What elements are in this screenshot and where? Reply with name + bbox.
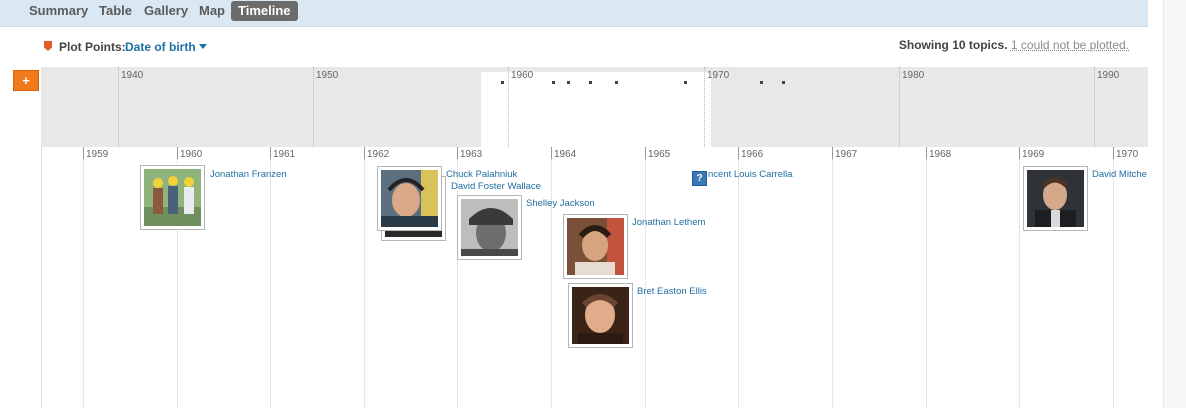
overview-event-dot	[782, 81, 785, 84]
overview-year-label: 1960	[511, 70, 534, 81]
tab-map[interactable]: Map	[192, 1, 232, 21]
event-thumbnail-ellis[interactable]	[568, 283, 633, 348]
tab-summary[interactable]: Summary	[22, 1, 95, 21]
chevron-down-icon	[198, 44, 207, 49]
detail-year-label: 1966	[741, 149, 764, 160]
event-label[interactable]: Jonathan Lethem	[632, 217, 705, 228]
overview-event-dot	[501, 81, 504, 84]
overview-event-dot	[684, 81, 687, 84]
detail-year-label: 1969	[1022, 149, 1045, 160]
plot-field-dropdown[interactable]: Date of birth	[125, 40, 207, 54]
portrait-image	[572, 287, 629, 344]
event-thumbnail-mitchell[interactable]	[1023, 166, 1088, 231]
overview-event-dot	[552, 81, 555, 84]
event-thumbnail-franzen[interactable]	[140, 165, 205, 230]
detail-gridline	[926, 147, 927, 408]
overview-year-label: 1980	[902, 70, 925, 81]
overview-event-dot	[760, 81, 763, 84]
portrait-image	[461, 199, 518, 256]
overview-year-label: 1940	[121, 70, 144, 81]
event-label[interactable]: Jonathan Franzen	[210, 169, 287, 180]
topics-status: Showing 10 topics. 1 could not be plotte…	[899, 38, 1129, 52]
timeline-overview-band[interactable]: 1940 1950 1960 1970 1980 1990	[41, 67, 1148, 147]
unknown-image-icon[interactable]: ?	[692, 171, 707, 186]
event-label[interactable]: Shelley Jackson	[526, 198, 595, 209]
plot-field-value: Date of birth	[125, 40, 196, 54]
overview-visible-window[interactable]	[481, 72, 711, 147]
portrait-image	[1027, 170, 1084, 227]
overview-event-dot	[567, 81, 570, 84]
detail-year-label: 1959	[86, 149, 109, 160]
portrait-image	[567, 218, 624, 275]
detail-year-label: 1968	[929, 149, 952, 160]
detail-year-label: 1967	[835, 149, 858, 160]
detail-gridline	[551, 147, 552, 408]
event-label[interactable]: Chuck Palahniuk	[446, 169, 517, 180]
detail-gridline	[832, 147, 833, 408]
view-tab-bar: Summary Table Gallery Map Timeline	[0, 0, 1148, 27]
event-label[interactable]: David Foster Wallace	[451, 181, 541, 192]
overview-event-dot	[589, 81, 592, 84]
zoom-in-button[interactable]: +	[13, 70, 39, 91]
detail-year-label: 1962	[367, 149, 390, 160]
detail-gridline	[1019, 147, 1020, 408]
showing-count-text: Showing 10 topics.	[898, 38, 1008, 52]
event-thumbnail-lethem[interactable]	[563, 214, 628, 279]
event-thumbnail-jackson[interactable]	[457, 195, 522, 260]
event-label[interactable]: David Mitche	[1092, 169, 1148, 180]
tab-table[interactable]: Table	[92, 1, 139, 21]
detail-gridline	[738, 147, 739, 408]
event-thumbnail-palahniuk[interactable]	[377, 166, 442, 231]
detail-year-label: 1961	[273, 149, 296, 160]
overview-year-label: 1990	[1097, 70, 1120, 81]
tab-timeline[interactable]: Timeline	[231, 1, 298, 21]
detail-year-label: 1964	[554, 149, 577, 160]
detail-year-label: 1960	[180, 149, 203, 160]
event-label[interactable]: Bret Easton Ellis	[637, 286, 707, 297]
detail-gridline	[645, 147, 646, 408]
detail-gridline	[364, 147, 365, 408]
plot-marker-icon	[44, 41, 52, 51]
plot-points-label: Plot Points:	[59, 40, 126, 54]
detail-year-label: 1965	[648, 149, 671, 160]
overview-event-dot	[615, 81, 618, 84]
portrait-image	[381, 170, 438, 227]
overview-year-label: 1970	[707, 70, 730, 81]
detail-year-label: 1963	[460, 149, 483, 160]
tab-gallery[interactable]: Gallery	[137, 1, 195, 21]
detail-gridline	[1113, 147, 1114, 408]
detail-gridline	[270, 147, 271, 408]
overview-year-label: 1950	[316, 70, 339, 81]
event-label[interactable]: ncent Louis Carrella	[708, 169, 793, 180]
cartoon-portrait-image	[144, 169, 201, 226]
right-scroll-gutter	[1163, 0, 1186, 408]
detail-year-label: 1970	[1116, 149, 1139, 160]
unplotted-link[interactable]: 1 could not be plotted.	[1011, 38, 1129, 52]
detail-gridline	[83, 147, 84, 408]
